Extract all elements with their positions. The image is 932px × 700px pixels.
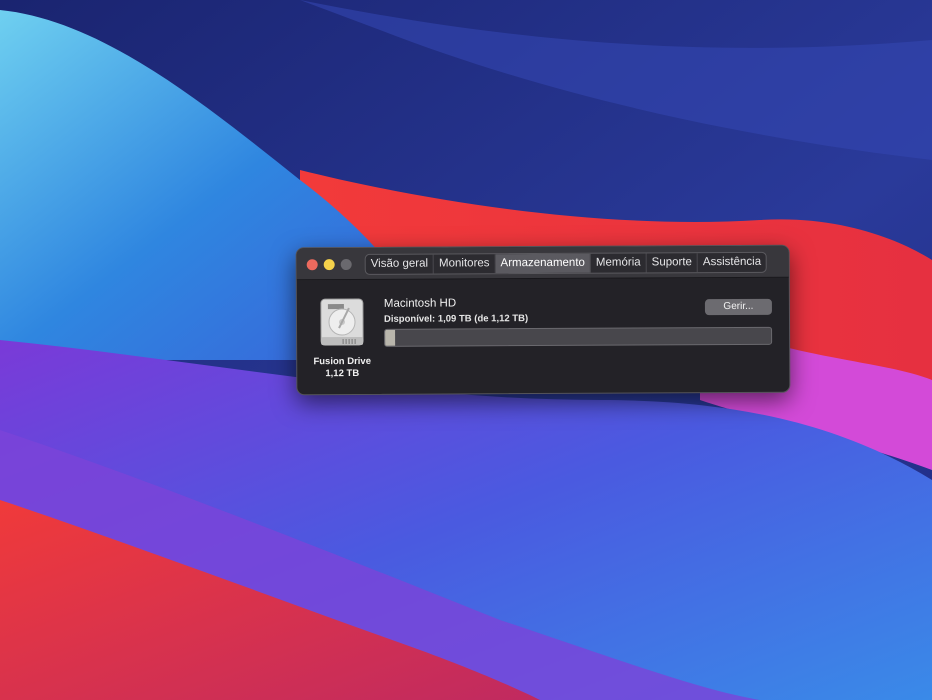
hard-drive-icon <box>320 298 364 346</box>
tab-overview[interactable]: Visão geral <box>365 254 435 274</box>
about-this-mac-window: Visão geral Monitores Armazenamento Memó… <box>295 244 791 396</box>
volume-available: Disponível: 1,09 TB (de 1,12 TB) <box>383 313 529 325</box>
volume-name: Macintosh HD <box>383 297 457 310</box>
storage-used-segment <box>385 329 396 346</box>
tab-bar: Visão geral Monitores Armazenamento Memó… <box>364 251 768 275</box>
minimize-button[interactable] <box>323 259 335 271</box>
disk-type: Fusion Drive <box>313 355 372 368</box>
zoom-button[interactable] <box>340 259 352 271</box>
disk-capacity: 1,12 TB <box>325 367 360 380</box>
manage-button[interactable]: Gerir... <box>704 298 772 316</box>
tab-memory[interactable]: Memória <box>590 253 647 273</box>
tab-support[interactable]: Suporte <box>646 253 698 273</box>
tab-displays[interactable]: Monitores <box>433 254 496 274</box>
close-button[interactable] <box>306 259 318 271</box>
tab-storage[interactable]: Armazenamento <box>495 253 591 274</box>
title-bar: Visão geral Monitores Armazenamento Memó… <box>296 245 789 281</box>
disk-label: Fusion Drive 1,12 TB <box>301 356 383 380</box>
tab-service[interactable]: Assistência <box>698 253 766 272</box>
storage-usage-bar <box>384 326 773 347</box>
